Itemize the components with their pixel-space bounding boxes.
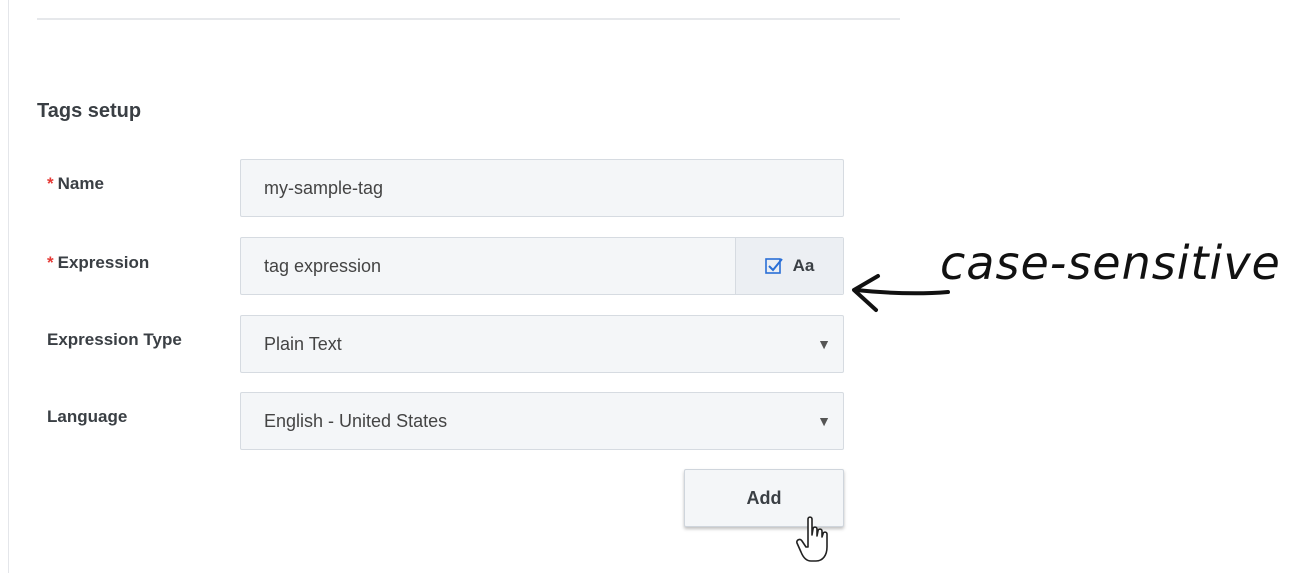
expression-type-value: Plain Text xyxy=(264,333,342,354)
expression-input[interactable]: tag expression Aa xyxy=(240,237,844,295)
case-toggle-label: Aa xyxy=(792,256,815,275)
arrow-left-icon xyxy=(852,274,950,312)
expression-type-label: Expression Type xyxy=(47,330,182,349)
name-input-value: my-sample-tag xyxy=(264,177,384,198)
name-label: * Name xyxy=(47,174,104,194)
left-border xyxy=(8,0,9,573)
required-marker: * xyxy=(47,174,54,193)
expression-label-text: Expression xyxy=(57,253,150,272)
checkbox-checked-icon xyxy=(764,257,783,275)
name-label-text: Name xyxy=(57,174,104,193)
case-sensitive-annotation: case-sensitive xyxy=(940,236,1281,290)
language-select[interactable]: English - United States ▼ xyxy=(240,392,844,450)
name-input[interactable]: my-sample-tag xyxy=(240,159,844,217)
case-sensitive-toggle[interactable]: Aa xyxy=(735,238,843,294)
language-label: Language xyxy=(47,407,128,426)
caret-down-icon: ▼ xyxy=(817,336,831,352)
section-divider xyxy=(37,18,900,20)
required-marker: * xyxy=(47,253,54,272)
language-value: English - United States xyxy=(264,410,448,431)
expression-type-select[interactable]: Plain Text ▼ xyxy=(240,315,844,373)
hand-pointer-icon xyxy=(796,516,828,562)
tags-setup-page: Tags setup * Name my-sample-tag * Expressi… xyxy=(0,0,1289,573)
section-title: Tags setup xyxy=(37,100,142,122)
caret-down-icon: ▼ xyxy=(817,413,831,429)
expression-label: * Expression xyxy=(47,253,149,273)
